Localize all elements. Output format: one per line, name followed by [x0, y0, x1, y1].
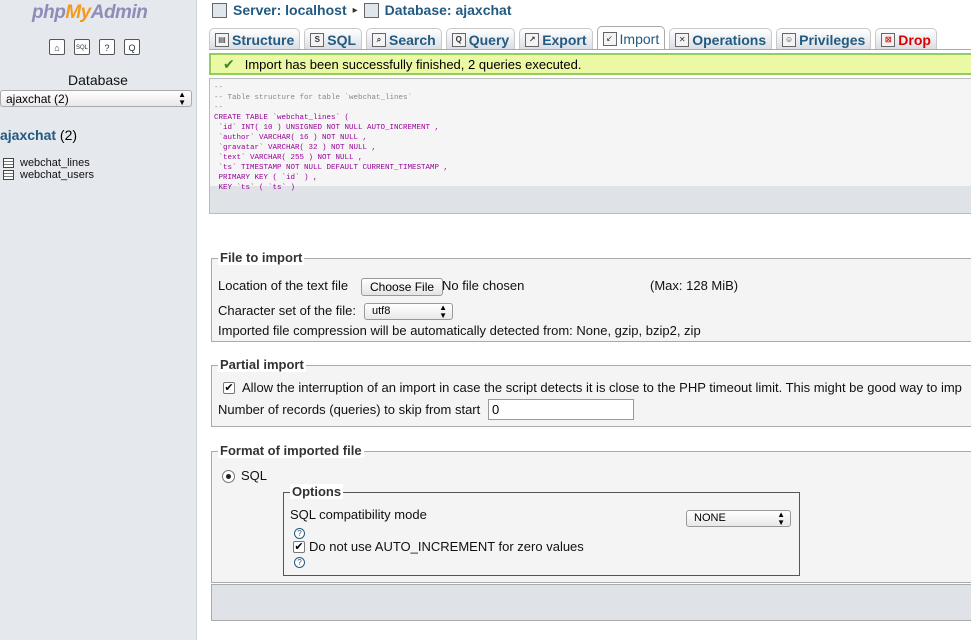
- select-arrows-icon: ▲ ▼: [777, 510, 785, 527]
- table-item-webchat-users[interactable]: webchat_users: [3, 169, 94, 181]
- tab-underline: [209, 49, 971, 50]
- select-arrows-icon: ▲ ▼: [178, 90, 186, 107]
- tab-bar: ▤ Structure S SQL ⌕ Search Q Query ↗ Export ↙…: [209, 26, 937, 50]
- navigation-sidebar: phpMyAdmin ⌂ SQL ? Q Database ajaxchat (…: [0, 0, 197, 640]
- no-file-chosen-text: No file chosen: [442, 278, 525, 293]
- tab-sql[interactable]: S SQL: [304, 28, 363, 50]
- server-icon: [212, 2, 227, 18]
- no-auto-increment-label: Do not use AUTO_INCREMENT for zero value…: [309, 539, 584, 554]
- breadcrumb-database[interactable]: Database: ajaxchat: [385, 2, 512, 18]
- file-to-import-legend: File to import: [218, 250, 305, 265]
- partial-import-fieldset: Partial import ✔ Allow the interruption …: [211, 357, 971, 427]
- current-database[interactable]: ajaxchat (2): [0, 127, 77, 143]
- compression-note: Imported file compression will be automa…: [218, 323, 701, 338]
- format-fieldset: Format of imported file SQL Options SQL …: [211, 443, 971, 583]
- file-location-label: Location of the text file: [218, 278, 349, 293]
- table-icon: [3, 170, 14, 180]
- search-icon: ⌕: [372, 32, 387, 47]
- sql-icon: S: [310, 32, 325, 47]
- sql-query-text: -- -- Table structure for table `webchat…: [214, 84, 449, 192]
- choose-file-button[interactable]: Choose File: [361, 278, 444, 296]
- sql-icon[interactable]: SQL: [74, 39, 90, 55]
- operations-icon: ✕: [675, 32, 690, 47]
- database-label: Database: [68, 72, 128, 88]
- table-item-webchat-lines[interactable]: webchat_lines: [3, 157, 94, 169]
- no-auto-increment-checkbox[interactable]: ✔: [293, 541, 305, 553]
- select-arrows-icon: ▲ ▼: [439, 303, 447, 320]
- tab-operations[interactable]: ✕ Operations: [669, 28, 773, 50]
- table-list: webchat_lines webchat_users: [3, 157, 94, 181]
- import-icon: ↙: [602, 31, 617, 46]
- help-icon[interactable]: ?: [99, 39, 115, 55]
- charset-select[interactable]: utf8 ▲ ▼: [364, 303, 453, 320]
- database-select[interactable]: ajaxchat (2) ▲ ▼: [0, 90, 192, 107]
- query-icon: Q: [451, 32, 466, 47]
- drop-icon: ⊠: [881, 32, 896, 47]
- structure-icon: ▤: [215, 32, 229, 47]
- export-icon: ↗: [525, 32, 540, 47]
- charset-label: Character set of the file:: [218, 303, 357, 318]
- allow-interrupt-label: Allow the interruption of an import in c…: [242, 380, 962, 395]
- breadcrumb: Server: localhost ▸ Database: ajaxchat: [212, 2, 511, 18]
- tab-privileges[interactable]: ☺ Privileges: [776, 28, 872, 50]
- database-icon: [363, 2, 379, 18]
- breadcrumb-separator-icon: ▸: [352, 4, 358, 16]
- format-sql-label: SQL: [241, 468, 268, 483]
- tab-drop[interactable]: ⊠ Drop: [875, 28, 937, 50]
- partial-import-legend: Partial import: [218, 357, 306, 372]
- query-icon[interactable]: Q: [124, 39, 140, 55]
- skip-records-label: Number of records (queries) to skip from…: [218, 402, 481, 417]
- success-message-text: Import has been successfully finished, 2…: [244, 56, 582, 72]
- sql-query-box: -- -- Table structure for table `webchat…: [209, 78, 971, 214]
- sql-options-legend: Options: [290, 484, 344, 499]
- help-icon[interactable]: ?: [294, 528, 305, 539]
- form-footer-bar: [211, 584, 971, 621]
- privileges-icon: ☺: [782, 32, 797, 47]
- file-to-import-fieldset: File to import Location of the text file…: [211, 250, 971, 342]
- phpmyadmin-logo[interactable]: phpMyAdmin: [32, 2, 148, 24]
- tab-search[interactable]: ⌕ Search: [366, 28, 442, 50]
- sql-options-fieldset: Options SQL compatibility mode NONE ▲ ▼ ? …: [283, 484, 800, 576]
- success-message: ✔ Import has been successfully finished,…: [209, 53, 971, 75]
- tab-structure[interactable]: ▤ Structure: [209, 28, 301, 50]
- success-check-icon: ✔: [223, 55, 235, 72]
- compat-mode-label: SQL compatibility mode: [290, 507, 427, 522]
- tab-import[interactable]: ↙ Import: [596, 26, 666, 50]
- tab-export[interactable]: ↗ Export: [519, 28, 593, 50]
- sidebar-nav-icons: ⌂ SQL ? Q: [49, 39, 140, 55]
- max-size-text: (Max: 128 MiB): [650, 278, 739, 293]
- home-icon[interactable]: ⌂: [49, 39, 65, 55]
- tab-query[interactable]: Q Query: [445, 28, 516, 50]
- compat-mode-select[interactable]: NONE ▲ ▼: [686, 510, 791, 527]
- format-sql-radio[interactable]: [222, 470, 235, 483]
- skip-records-input[interactable]: 0: [488, 399, 634, 420]
- format-legend: Format of imported file: [218, 443, 364, 458]
- help-icon[interactable]: ?: [294, 557, 305, 568]
- allow-interrupt-checkbox[interactable]: ✔: [223, 382, 235, 394]
- breadcrumb-server[interactable]: Server: localhost: [233, 2, 347, 18]
- table-icon: [3, 158, 14, 168]
